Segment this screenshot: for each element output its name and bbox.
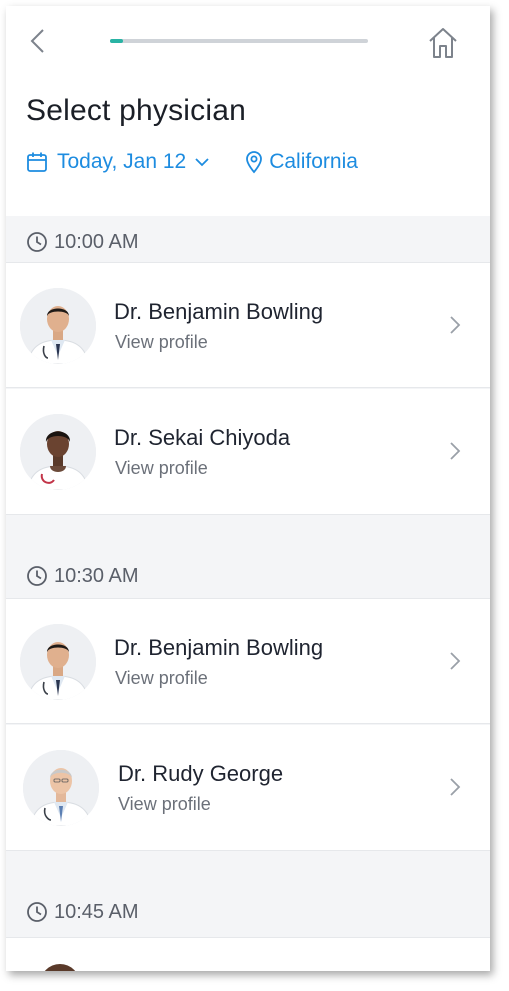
chevron-right-icon [450, 316, 461, 334]
clock-icon [27, 566, 47, 586]
chevron-right-icon [450, 778, 461, 796]
location-filter-label: California [269, 150, 358, 173]
time-slot-header: 10:00 AM [6, 224, 490, 260]
physician-name: Dr. Benjamin Bowling [114, 299, 324, 324]
physician-card[interactable]: Dr. Sekai Chiyoda View profile [6, 389, 490, 515]
location-pin-icon [246, 151, 263, 174]
physician-avatar [40, 964, 80, 971]
clock-icon [27, 232, 47, 252]
time-slot-label: 10:30 AM [54, 564, 139, 587]
view-profile-link[interactable]: View profile [115, 332, 208, 353]
header: Select physician Today, Jan 12 Californi… [6, 6, 490, 216]
physician-card-partial[interactable] [6, 937, 490, 971]
chevron-right-icon [450, 652, 461, 670]
location-filter[interactable]: California [244, 150, 358, 174]
time-slot-label: 10:45 AM [54, 900, 139, 923]
time-slot-header: 10:30 AM [6, 558, 490, 594]
filter-bar: Today, Jan 12 California [26, 146, 358, 178]
physician-avatar [20, 624, 96, 700]
physician-name: Dr. Rudy George [118, 761, 284, 786]
physician-name: Dr. Benjamin Bowling [114, 635, 324, 660]
back-arrow-icon[interactable] [26, 26, 50, 56]
physician-avatar [23, 750, 99, 826]
physician-card[interactable]: Dr. Rudy George View profile [6, 725, 490, 851]
progress-bar [110, 39, 368, 43]
physician-avatar [20, 414, 96, 490]
home-icon[interactable] [427, 26, 459, 60]
app-screen: Select physician Today, Jan 12 Californi… [6, 6, 490, 971]
time-slot-label: 10:00 AM [54, 230, 139, 253]
physician-card[interactable]: Dr. Benjamin Bowling View profile [6, 262, 490, 388]
physician-card[interactable]: Dr. Benjamin Bowling View profile [6, 598, 490, 724]
view-profile-link[interactable]: View profile [118, 794, 211, 815]
clock-icon [27, 902, 47, 922]
date-filter-label: Today, Jan 12 [57, 150, 187, 173]
time-slot-header: 10:45 AM [6, 894, 490, 930]
physician-name: Dr. Sekai Chiyoda [114, 425, 291, 450]
progress-bar-fill [110, 39, 123, 43]
calendar-icon [27, 152, 47, 172]
date-filter[interactable]: Today, Jan 12 [26, 150, 210, 174]
chevron-right-icon [450, 442, 461, 460]
physician-avatar [20, 288, 96, 364]
view-profile-link[interactable]: View profile [115, 458, 208, 479]
view-profile-link[interactable]: View profile [115, 668, 208, 689]
page-title: Select physician [26, 94, 246, 127]
chevron-down-icon [195, 158, 209, 167]
